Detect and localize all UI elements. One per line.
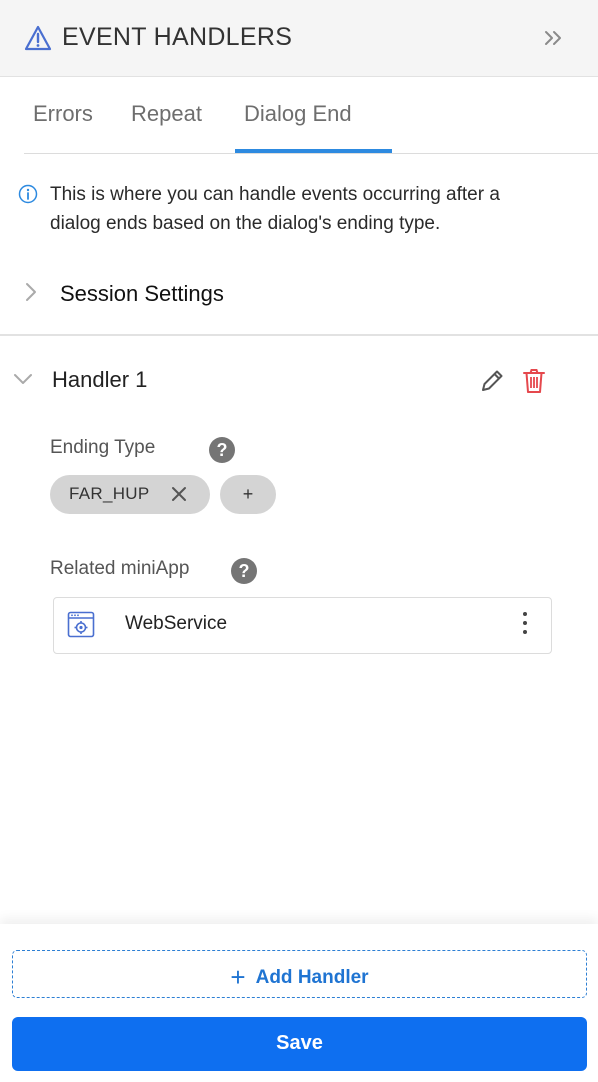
panel-footer: + Add Handler Save xyxy=(0,924,598,1082)
plus-icon: + xyxy=(230,962,246,992)
save-label: Save xyxy=(276,1032,323,1054)
add-handler-label: Add Handler xyxy=(255,967,369,988)
chevron-down-icon[interactable] xyxy=(12,371,34,387)
chevron-right-icon xyxy=(26,283,36,301)
handler-title: Handler 1 xyxy=(52,367,148,392)
miniapp-name: WebService xyxy=(125,613,228,634)
edit-handler-button[interactable] xyxy=(479,368,505,394)
more-options-icon[interactable] xyxy=(520,612,530,638)
panel-header: EVENT HANDLERS xyxy=(0,0,598,77)
webservice-icon xyxy=(67,611,95,638)
collapse-panel-button[interactable] xyxy=(540,26,568,50)
info-message: This is where you can handle events occu… xyxy=(50,184,500,234)
ending-type-label: Ending Type xyxy=(50,437,156,458)
add-ending-type-button[interactable]: + xyxy=(220,475,276,514)
chip-remove-icon[interactable] xyxy=(170,485,188,503)
info-icon xyxy=(18,184,38,204)
ending-type-chip: FAR_HUP xyxy=(50,475,210,514)
ending-type-help-icon[interactable]: ? xyxy=(209,437,235,463)
save-button[interactable]: Save xyxy=(12,1017,587,1071)
active-tab-indicator xyxy=(235,149,392,153)
delete-handler-button[interactable] xyxy=(522,368,546,394)
tab-errors[interactable]: Errors xyxy=(33,101,93,127)
tab-dialog-end[interactable]: Dialog End xyxy=(244,101,352,127)
warning-triangle-icon xyxy=(24,25,52,51)
section-divider xyxy=(0,334,598,336)
chip-label: FAR_HUP xyxy=(69,484,150,503)
tab-repeat[interactable]: Repeat xyxy=(131,101,202,127)
add-handler-button[interactable]: + Add Handler xyxy=(12,950,587,998)
related-miniapp-item[interactable]: WebService xyxy=(53,597,552,654)
session-settings-label: Session Settings xyxy=(60,281,224,306)
session-settings-toggle[interactable]: Session Settings xyxy=(0,276,598,312)
related-miniapp-help-icon[interactable]: ? xyxy=(231,558,257,584)
tab-bar: Errors Repeat Dialog End xyxy=(24,77,598,154)
panel-title: EVENT HANDLERS xyxy=(62,23,293,51)
related-miniapp-label: Related miniApp xyxy=(50,558,190,579)
